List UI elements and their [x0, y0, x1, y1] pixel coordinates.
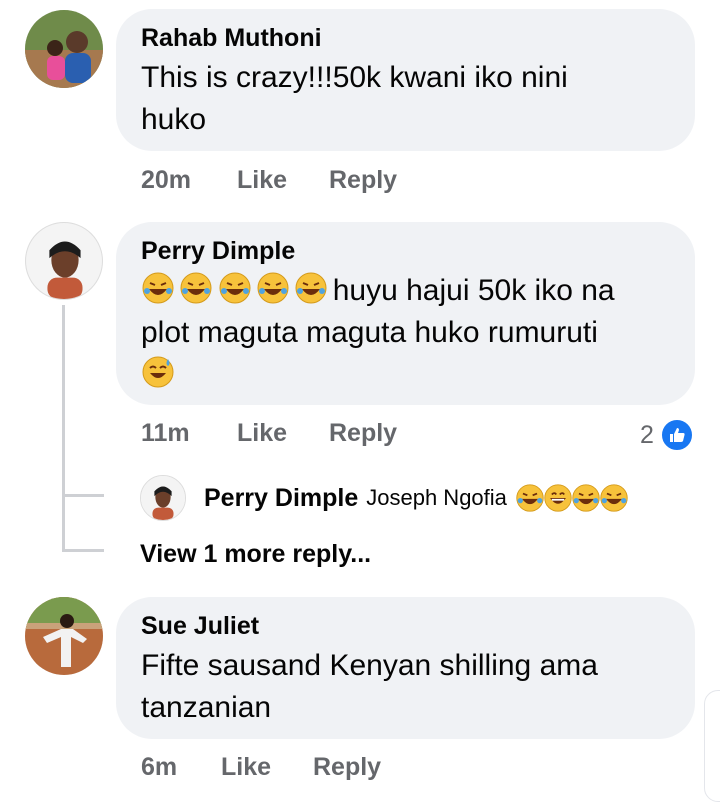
rofl-emoji-icon [294, 272, 332, 307]
reply-button[interactable]: Reply [329, 418, 397, 448]
avatar-perry-dimple-small[interactable] [140, 475, 186, 521]
comment-bubble: Perry Dimple huyu hajui 50k iko na plot … [116, 222, 695, 405]
comment-text: huyu hajui 50k iko na plot maguta maguta… [141, 270, 671, 396]
reply-button[interactable]: Reply [313, 752, 381, 782]
reply-button[interactable]: Reply [329, 165, 397, 195]
like-button[interactable]: Like [221, 752, 271, 782]
avatar-photo-icon [25, 597, 103, 675]
comment-author[interactable]: Perry Dimple [141, 236, 671, 266]
comment-author[interactable]: Sue Juliet [141, 611, 671, 641]
rofl-emoji-icon [218, 272, 256, 307]
avatar-rahab-muthoni[interactable] [25, 10, 103, 88]
avatar-sue-juliet[interactable] [25, 597, 103, 675]
view-more-replies-link[interactable]: View 1 more reply... [140, 540, 371, 569]
comment-text-line: huyu hajui 50k iko na [332, 274, 615, 307]
reply-emojis [515, 483, 628, 513]
sweat-smile-emoji-icon [141, 356, 174, 391]
comment-actions: 20m Like Reply [141, 165, 541, 195]
like-button[interactable]: Like [237, 165, 287, 195]
avatar-photo-icon [25, 10, 103, 88]
rofl-emoji-icon [179, 272, 217, 307]
reply-mention[interactable]: Joseph Ngofia [366, 485, 507, 511]
reaction-summary[interactable]: 2 [640, 418, 694, 452]
comment-text-line: plot maguta maguta huko rumuruti [141, 316, 598, 349]
comment-actions: 11m Like Reply [141, 418, 541, 448]
thread-line [62, 305, 65, 550]
rofl-emoji-icon [256, 272, 294, 307]
comment-author[interactable]: Rahab Muthoni [141, 23, 671, 53]
rofl-emoji-icon [599, 484, 628, 512]
edge-fragment [704, 690, 720, 802]
thread-branch [62, 494, 104, 497]
rofl-emoji-icon [141, 272, 179, 307]
rofl-emoji-icon [571, 484, 600, 512]
comment-timestamp[interactable]: 6m [141, 752, 177, 782]
like-button[interactable]: Like [237, 418, 287, 448]
avatar-photo-icon [26, 223, 102, 299]
avatar-perry-dimple[interactable] [25, 222, 103, 300]
comment-timestamp[interactable]: 11m [141, 418, 190, 448]
comment-actions: 6m Like Reply [141, 752, 541, 782]
comment-bubble: Sue Juliet Fifte sausand Kenyan shilling… [116, 597, 695, 739]
comment-text-line: tanzanian [141, 691, 272, 724]
nested-reply: Perry Dimple Joseph Ngofia [140, 474, 628, 522]
comment-text-line: This is crazy!!!50k kwani iko nini [141, 61, 568, 94]
rofl-emoji-icon [515, 484, 544, 512]
reaction-count: 2 [640, 420, 654, 449]
comment-timestamp[interactable]: 20m [141, 165, 191, 195]
comment-text-line: Fifte sausand Kenyan shilling ama [141, 649, 598, 682]
comment-bubble: Rahab Muthoni This is crazy!!!50k kwani … [116, 9, 695, 151]
reply-author[interactable]: Perry Dimple [204, 484, 358, 513]
comment-text-line: huko [141, 103, 207, 136]
grin-emoji-icon [543, 484, 572, 512]
avatar-photo-icon [141, 476, 185, 520]
like-thumb-icon [659, 418, 694, 452]
comment-text: This is crazy!!!50k kwani iko nini huko [141, 57, 671, 141]
thread-branch [62, 549, 104, 552]
comment-text: Fifte sausand Kenyan shilling ama tanzan… [141, 645, 671, 729]
